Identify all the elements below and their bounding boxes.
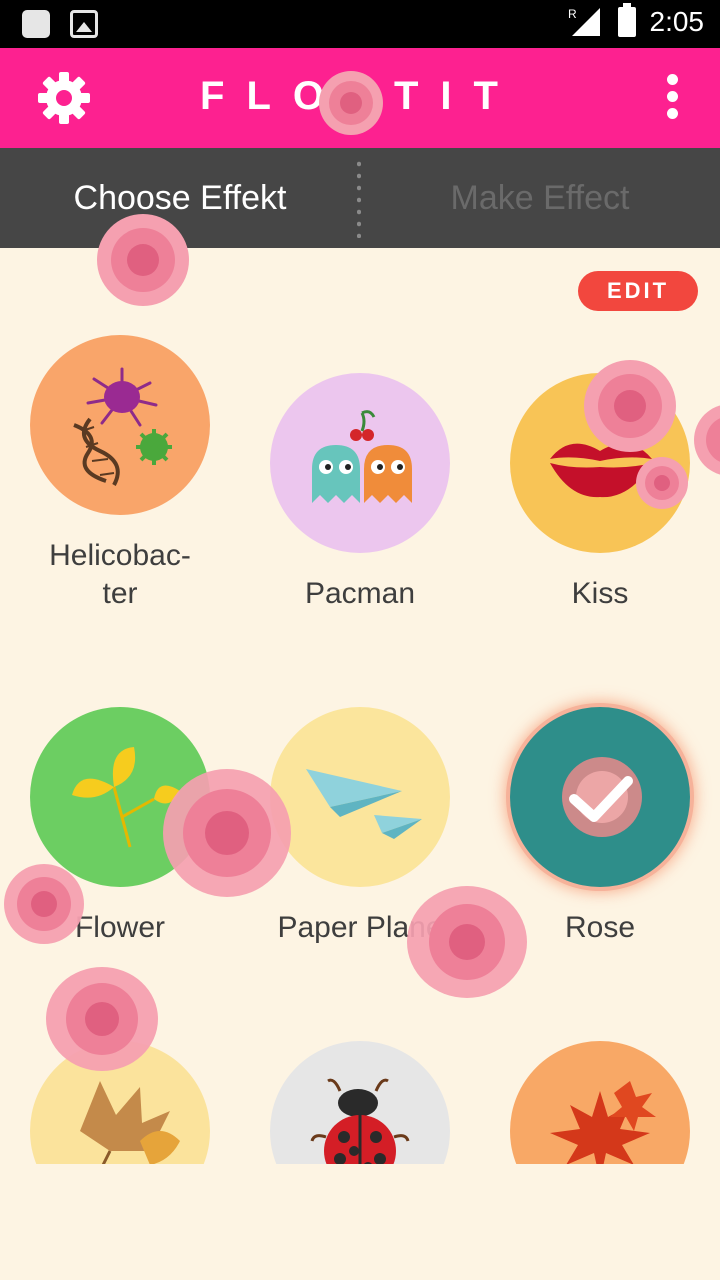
floating-rose-icon xyxy=(97,214,189,306)
floating-rose-icon xyxy=(46,967,158,1071)
floating-rose-icon xyxy=(163,769,291,897)
floating-rose-icon xyxy=(636,457,688,509)
edit-button[interactable]: EDIT xyxy=(578,271,698,311)
effect-circle xyxy=(30,335,210,515)
gear-icon[interactable] xyxy=(36,70,92,126)
paper-plane-icon xyxy=(306,769,422,839)
more-options-icon[interactable] xyxy=(664,74,680,120)
image-notification-icon xyxy=(70,10,98,38)
checkmark-icon xyxy=(562,757,642,837)
tab-make-effect[interactable]: Make Effect xyxy=(360,148,720,248)
floating-rose-icon xyxy=(584,360,676,452)
effect-label: Rose xyxy=(564,911,636,944)
floating-rose-icon xyxy=(4,864,84,944)
effect-label: Pacman xyxy=(304,577,416,610)
effect-label: Kiss xyxy=(571,577,629,610)
effect-pacman[interactable]: Pacman xyxy=(260,373,460,613)
battery-icon xyxy=(617,3,636,37)
status-bar: R 2:05 xyxy=(0,0,720,48)
tab-divider xyxy=(357,158,361,238)
bacteria-icon xyxy=(73,367,172,486)
bottom-background xyxy=(0,1164,720,1280)
pacman-ghosts-icon xyxy=(312,410,412,503)
svg-text:R: R xyxy=(568,7,577,21)
effect-rose[interactable]: Rose xyxy=(500,707,700,947)
floating-rose-icon xyxy=(407,886,527,998)
effect-circle xyxy=(270,707,450,887)
status-time: 2:05 xyxy=(649,6,705,37)
effect-circle-selected xyxy=(510,707,690,887)
effect-label: Helicobac- ter xyxy=(49,539,191,610)
signal-icon: R xyxy=(568,7,600,36)
effect-helicobacter[interactable]: Helicobac- ter xyxy=(20,335,220,613)
floating-rose-icon xyxy=(319,71,383,135)
notification-icon xyxy=(22,10,50,38)
effect-circle xyxy=(270,373,450,553)
